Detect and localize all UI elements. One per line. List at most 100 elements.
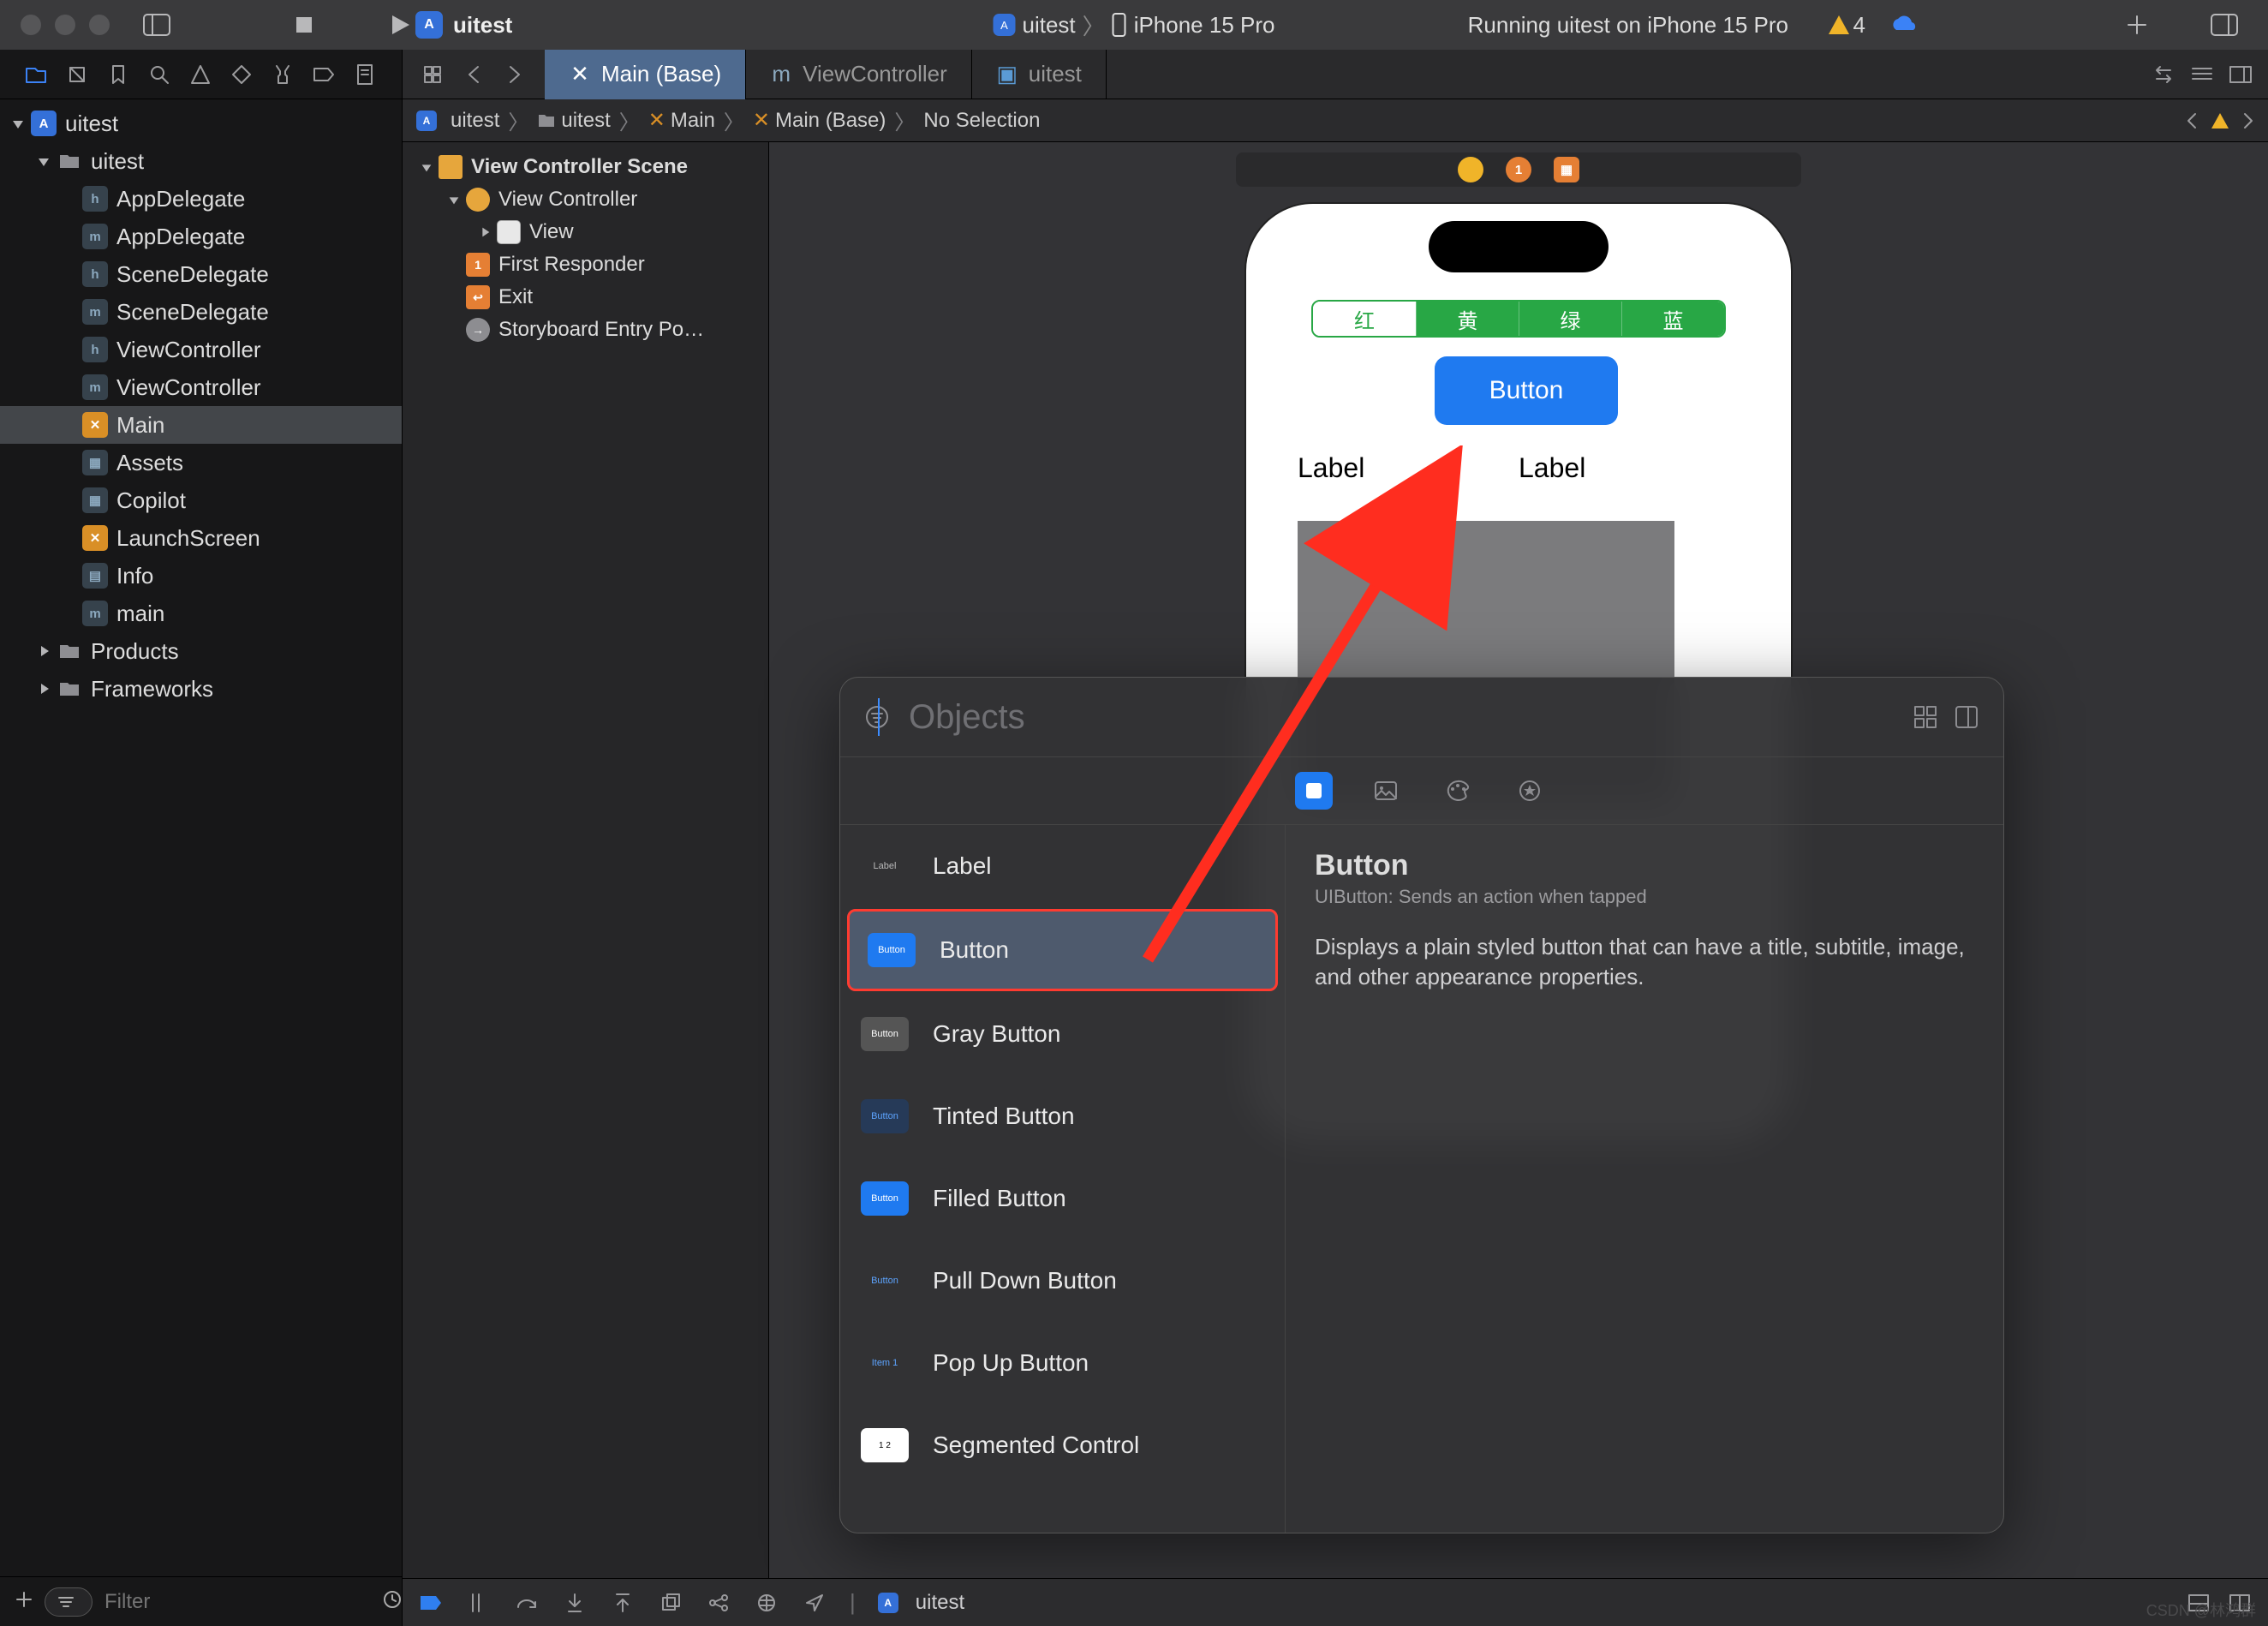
toggle-inspector-icon[interactable]	[2206, 7, 2242, 43]
tree-group-products[interactable]: Products	[0, 632, 402, 670]
filter-scope-chip[interactable]	[45, 1587, 93, 1617]
outline-vc[interactable]: View Controller	[403, 183, 768, 216]
related-items-icon[interactable]	[418, 60, 447, 89]
step-over-icon[interactable]	[514, 1590, 540, 1616]
outline-first-responder[interactable]: 1First Responder	[403, 248, 768, 281]
tree-file-selected[interactable]: ✕Main	[0, 406, 402, 444]
segmented-control[interactable]: 红 黄 绿 蓝	[1311, 300, 1726, 338]
canvas-button[interactable]: Button	[1435, 356, 1618, 425]
tree-file[interactable]: mAppDelegate	[0, 218, 402, 255]
tree-file[interactable]: mViewController	[0, 368, 402, 406]
tree-file[interactable]: ▦Copilot	[0, 481, 402, 519]
outline-exit[interactable]: ↩Exit	[403, 281, 768, 314]
jump-prev-icon[interactable]	[2186, 111, 2198, 130]
tree-file[interactable]: ✕LaunchScreen	[0, 519, 402, 557]
warnings-indicator[interactable]: 4	[1828, 12, 1865, 39]
add-file-icon[interactable]	[14, 1589, 34, 1615]
outline-view[interactable]: View	[403, 216, 768, 248]
color-category-icon[interactable]	[1439, 772, 1477, 810]
run-button-icon[interactable]	[382, 7, 418, 43]
library-item-selected[interactable]: ButtonButton	[847, 909, 1278, 991]
tree-file[interactable]: mmain	[0, 595, 402, 632]
outline-scene[interactable]: View Controller Scene	[403, 151, 768, 183]
library-item[interactable]: Item 1Pop Up Button	[840, 1322, 1285, 1404]
toggle-navigator-icon[interactable]	[139, 7, 175, 43]
step-into-icon[interactable]	[562, 1590, 588, 1616]
jump-bar[interactable]: A uitest〉 uitest〉 ✕ Main〉 ✕ Main (Base)〉…	[403, 99, 2268, 142]
history-back-icon[interactable]	[459, 60, 488, 89]
media-category-icon[interactable]	[1367, 772, 1405, 810]
find-navigator-tab[interactable]	[144, 59, 175, 90]
env-overrides-icon[interactable]	[754, 1590, 779, 1616]
tree-file[interactable]: ▦Assets	[0, 444, 402, 481]
library-item[interactable]: LabelLabel	[840, 825, 1285, 907]
object-library[interactable]: LabelLabel ButtonButton ButtonGray Butto…	[839, 677, 2004, 1533]
zoom-window-icon[interactable]	[89, 15, 110, 35]
location-icon[interactable]	[802, 1590, 827, 1616]
detail-view-icon[interactable]	[1954, 704, 1979, 730]
recent-filter-icon[interactable]	[382, 1589, 403, 1615]
test-navigator-tab[interactable]	[226, 59, 257, 90]
stop-button-icon[interactable]	[286, 7, 322, 43]
breakpoint-navigator-tab[interactable]	[308, 59, 339, 90]
objects-category-icon[interactable]	[1295, 772, 1333, 810]
assistant-swap-icon[interactable]	[2152, 65, 2175, 84]
outline-entry-point[interactable]: →Storyboard Entry Po…	[403, 314, 768, 346]
library-item[interactable]: 1 2Segmented Control	[840, 1404, 1285, 1486]
tree-file[interactable]: mSceneDelegate	[0, 293, 402, 331]
project-tree[interactable]: A uitest uitest hAppDelegate mAppDelegat…	[0, 99, 402, 1576]
jump-item[interactable]: Main	[671, 109, 715, 133]
add-editor-right-icon[interactable]	[2229, 65, 2253, 84]
library-item[interactable]: ButtonFilled Button	[840, 1157, 1285, 1240]
jump-item[interactable]: uitest	[561, 109, 610, 133]
canvas-label[interactable]: Label	[1519, 452, 1585, 484]
tab-viewcontroller[interactable]: m ViewController	[746, 50, 972, 99]
add-editor-icon[interactable]	[2119, 7, 2155, 43]
jump-item[interactable]: uitest	[451, 109, 499, 133]
debug-navigator-tab[interactable]	[267, 59, 298, 90]
tree-file[interactable]: hAppDelegate	[0, 180, 402, 218]
tree-file[interactable]: ▤Info	[0, 557, 402, 595]
library-item[interactable]: ButtonGray Button	[840, 993, 1285, 1075]
segment[interactable]: 黄	[1416, 302, 1519, 336]
debug-process[interactable]: A uitest	[878, 1591, 964, 1615]
segment[interactable]: 红	[1313, 302, 1416, 336]
navigator-filter-input[interactable]	[103, 1589, 372, 1615]
bookmarks-navigator-tab[interactable]	[103, 59, 134, 90]
snippets-category-icon[interactable]	[1511, 772, 1549, 810]
report-navigator-tab[interactable]	[349, 59, 380, 90]
tree-file[interactable]: hSceneDelegate	[0, 255, 402, 293]
tree-file[interactable]: hViewController	[0, 331, 402, 368]
outline-tree[interactable]: View Controller Scene View Controller Vi…	[403, 142, 768, 355]
segment[interactable]: 蓝	[1621, 302, 1724, 336]
canvas-label[interactable]: Label	[1298, 452, 1364, 484]
grid-view-icon[interactable]	[1913, 704, 1938, 730]
tab-uitest[interactable]: ▣ uitest	[972, 50, 1107, 99]
tree-project-root[interactable]: A uitest	[0, 105, 402, 142]
library-search-input[interactable]	[907, 697, 1895, 738]
library-list[interactable]: LabelLabel ButtonButton ButtonGray Butto…	[840, 825, 1286, 1533]
minimize-window-icon[interactable]	[55, 15, 75, 35]
breakpoints-toggle-icon[interactable]	[418, 1590, 444, 1616]
scheme-destination[interactable]: A uitest 〉 iPhone 15 Pro	[994, 9, 1275, 41]
project-title[interactable]: A uitest	[415, 11, 512, 39]
library-item[interactable]: ButtonPull Down Button	[840, 1240, 1285, 1322]
tree-group-frameworks[interactable]: Frameworks	[0, 670, 402, 708]
tree-group[interactable]: uitest	[0, 142, 402, 180]
jump-next-icon[interactable]	[2242, 111, 2254, 130]
library-filter-icon[interactable]	[864, 704, 890, 730]
segment[interactable]: 绿	[1519, 302, 1621, 336]
canvas-issue-bar[interactable]: 1 ▦	[1236, 152, 1801, 187]
close-window-icon[interactable]	[21, 15, 41, 35]
memory-graph-icon[interactable]	[706, 1590, 731, 1616]
jump-item[interactable]: Main (Base)	[775, 109, 886, 133]
tab-main[interactable]: ✕ Main (Base)	[545, 50, 746, 99]
source-control-navigator-tab[interactable]	[62, 59, 93, 90]
history-forward-icon[interactable]	[500, 60, 529, 89]
issue-navigator-tab[interactable]	[185, 59, 216, 90]
project-navigator-tab[interactable]	[21, 59, 51, 90]
cloud-status-icon[interactable]	[1888, 15, 1917, 35]
step-out-icon[interactable]	[610, 1590, 636, 1616]
jump-item[interactable]: No Selection	[923, 109, 1040, 133]
editor-options-icon[interactable]	[2191, 65, 2213, 84]
